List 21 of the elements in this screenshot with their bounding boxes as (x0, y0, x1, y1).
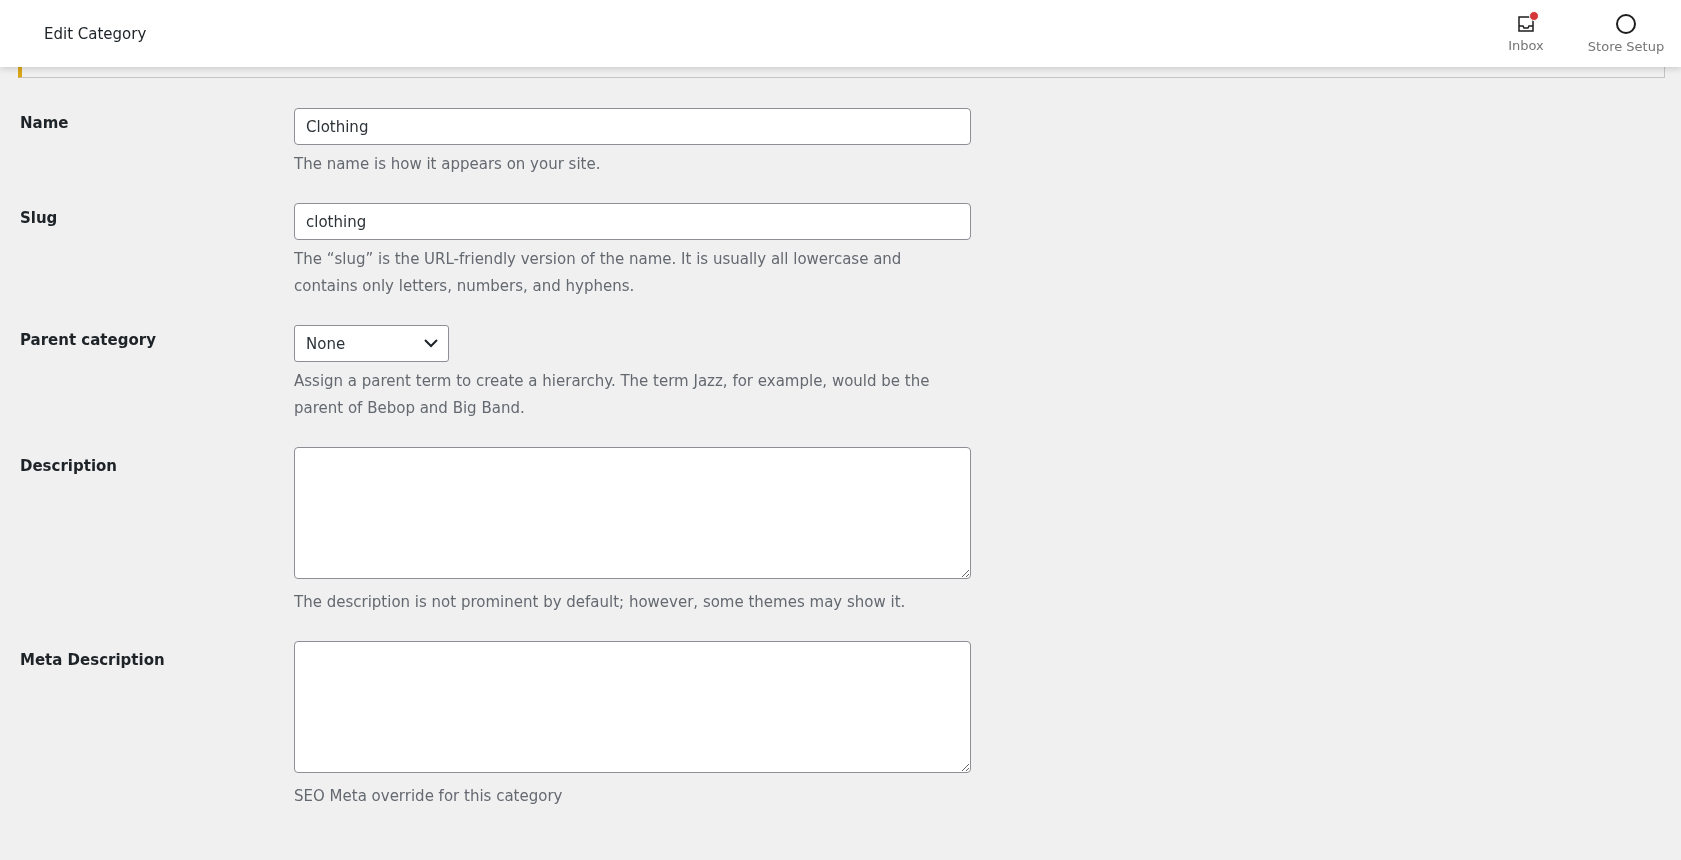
header-action-button[interactable]: Inbox (1481, 0, 1571, 67)
text-field[interactable]: clothing (294, 203, 971, 240)
circle-icon (1615, 13, 1637, 35)
chevron-down-icon (424, 339, 438, 348)
field-label: Slug (20, 208, 59, 229)
header-action-button[interactable]: Store Setup (1571, 0, 1681, 67)
text-area[interactable] (294, 447, 971, 579)
text-field[interactable]: Clothing (294, 108, 971, 145)
field-label: Description (20, 456, 119, 477)
text-area[interactable] (294, 641, 971, 773)
help-text: Assign a parent term to create a hierarchy. The term Jazz, for example, would be the parent of Bebop and Big Band. (294, 371, 931, 419)
field-label: Name (20, 113, 70, 134)
field-label: Parent category (20, 330, 157, 351)
parent-select[interactable]: None (294, 325, 449, 362)
help-text: The description is not prominent by default; however, some themes may show it. (294, 592, 907, 613)
help-text: SEO Meta override for this category (294, 786, 564, 807)
page-title: Edit Category (44, 24, 147, 43)
help-text: The name is how it appears on your site. (294, 154, 602, 175)
help-text: The “slug” is the URL-friendly version of the name. It is usually all lowercase and contains only letters, numbers, and hyphens. (294, 249, 903, 297)
inbox-icon (1516, 14, 1536, 34)
field-label: Meta Description (20, 650, 166, 671)
